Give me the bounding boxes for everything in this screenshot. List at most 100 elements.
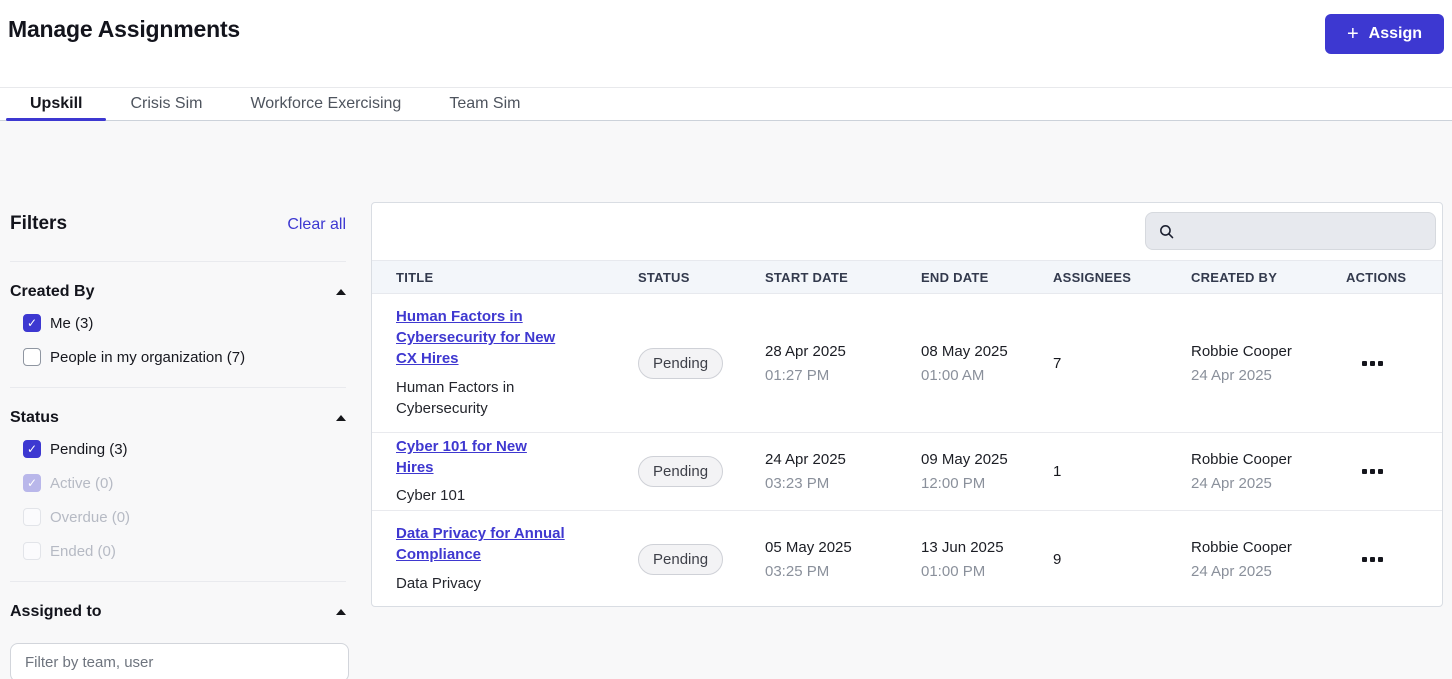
cell-assignees: 1 <box>1029 463 1167 480</box>
caret-up-icon <box>336 289 346 295</box>
start-date: 05 May 2025 <box>765 538 852 556</box>
end-date: 09 May 2025 <box>921 451 1008 468</box>
checkbox-checked[interactable]: ✓ <box>23 314 41 332</box>
filter-option-me[interactable]: ✓ Me (3) <box>23 314 346 332</box>
assigned-to-filter-input[interactable] <box>10 643 349 679</box>
cell-end-date: 09 May 2025 12:00 PM <box>897 451 1029 492</box>
checkbox-unchecked-disabled <box>23 508 41 526</box>
cell-title: Cyber 101 for New Hires Cyber 101 <box>372 437 614 506</box>
start-date: 28 Apr 2025 <box>765 342 846 360</box>
column-header-start-date[interactable]: START DATE <box>741 270 897 285</box>
cell-created-by: Robbie Cooper 24 Apr 2025 <box>1167 343 1322 384</box>
assignment-title-link[interactable]: Human Factors in Cybersecurity for New C… <box>396 307 568 369</box>
table-row: Cyber 101 for New Hires Cyber 101 Pendin… <box>372 433 1442 511</box>
assignment-subtitle: Human Factors in Cybersecurity <box>396 378 515 417</box>
column-header-assignees[interactable]: ASSIGNEES <box>1029 270 1167 285</box>
filters-title: Filters <box>10 213 68 234</box>
tab-label: Workforce Exercising <box>250 95 402 112</box>
column-header-title[interactable]: TITLE <box>372 270 614 285</box>
status-badge: Pending <box>638 543 724 575</box>
filters-sidebar: Filters Clear all Created By ✓ Me (3) Pe… <box>0 121 371 679</box>
actions-menu-button[interactable] <box>1360 551 1385 568</box>
column-header-end-date[interactable]: END DATE <box>897 270 1029 285</box>
filter-option-label: Me (3) <box>50 314 94 332</box>
filter-option-label: Overdue (0) <box>50 508 131 526</box>
cell-start-date: 24 Apr 2025 03:23 PM <box>741 451 897 492</box>
end-date: 08 May 2025 <box>921 342 1008 360</box>
ellipsis-icon <box>1362 360 1367 366</box>
page-header: Manage Assignments + Assign <box>0 0 1452 87</box>
actions-menu-button[interactable] <box>1360 463 1385 480</box>
filter-section-assigned-to-header[interactable]: Assigned to <box>10 603 346 621</box>
cell-assignees: 9 <box>1029 551 1167 568</box>
filter-option-ended: Ended (0) <box>23 542 346 560</box>
filter-section-assigned-to: Assigned to <box>10 581 349 679</box>
checkbox-unchecked[interactable] <box>23 348 41 366</box>
cell-actions <box>1322 355 1442 372</box>
cell-status: Pending <box>614 456 741 487</box>
filter-section-created-by-header[interactable]: Created By <box>10 283 346 301</box>
cell-assignees: 7 <box>1029 355 1167 372</box>
filter-option-label: People in my organization (7) <box>50 348 246 366</box>
cell-created-by: Robbie Cooper 24 Apr 2025 <box>1167 539 1322 580</box>
table-row: Human Factors in Cybersecurity for New C… <box>372 294 1442 433</box>
cell-status: Pending <box>614 543 741 575</box>
filter-option-label: Pending (3) <box>50 440 128 458</box>
caret-up-icon <box>336 609 346 615</box>
cell-actions <box>1322 551 1442 568</box>
filter-option-active: ✓ Active (0) <box>23 474 346 492</box>
filter-option-label: Active (0) <box>50 474 114 492</box>
content-area: Filters Clear all Created By ✓ Me (3) Pe… <box>0 121 1452 679</box>
creator-name: Robbie Cooper <box>1191 342 1292 360</box>
end-time: 01:00 PM <box>921 562 986 580</box>
page-title: Manage Assignments <box>8 16 240 42</box>
checkbox-unchecked-disabled <box>23 542 41 560</box>
ellipsis-icon <box>1362 556 1367 562</box>
column-header-status[interactable]: STATUS <box>614 270 741 285</box>
cell-created-by: Robbie Cooper 24 Apr 2025 <box>1167 451 1322 492</box>
assign-button-label: Assign <box>1368 25 1422 42</box>
column-header-created-by[interactable]: CREATED BY <box>1167 270 1322 285</box>
table-search-box[interactable] <box>1145 212 1436 250</box>
tab-label: Upskill <box>30 95 83 112</box>
assignees-count: 7 <box>1053 354 1062 372</box>
tab-crisis-sim[interactable]: Crisis Sim <box>106 88 226 120</box>
assignment-subtitle: Cyber 101 <box>396 487 466 505</box>
filter-option-label: Ended (0) <box>50 542 116 560</box>
creator-name: Robbie Cooper <box>1191 538 1292 556</box>
created-date: 24 Apr 2025 <box>1191 366 1272 384</box>
cell-start-date: 05 May 2025 03:25 PM <box>741 539 897 580</box>
actions-menu-button[interactable] <box>1360 355 1385 372</box>
filter-section-title: Created By <box>10 283 95 300</box>
cell-title: Data Privacy for Annual Compliance Data … <box>372 524 614 593</box>
plus-icon: + <box>1346 23 1359 45</box>
assignment-title-link[interactable]: Cyber 101 for New Hires <box>396 437 568 478</box>
clear-all-link[interactable]: Clear all <box>287 216 346 234</box>
assign-button[interactable]: + Assign <box>1324 14 1444 54</box>
tab-label: Crisis Sim <box>130 95 203 112</box>
cell-start-date: 28 Apr 2025 01:27 PM <box>741 343 897 384</box>
assignees-count: 9 <box>1053 550 1062 568</box>
tab-workforce-exercising[interactable]: Workforce Exercising <box>226 88 425 120</box>
filter-option-people-in-org[interactable]: People in my organization (7) <box>23 348 346 366</box>
tab-upskill[interactable]: Upskill <box>6 88 107 121</box>
filter-section-status-header[interactable]: Status <box>10 409 346 427</box>
search-input[interactable] <box>1183 222 1423 240</box>
start-time: 03:23 PM <box>765 475 830 492</box>
tab-team-sim[interactable]: Team Sim <box>425 88 544 120</box>
cell-end-date: 08 May 2025 01:00 AM <box>897 343 1029 384</box>
assignment-title-link[interactable]: Data Privacy for Annual Compliance <box>396 524 568 565</box>
assignment-subtitle: Data Privacy <box>396 574 482 592</box>
column-header-actions: ACTIONS <box>1346 269 1407 285</box>
status-badge: Pending <box>638 347 724 379</box>
filter-option-pending[interactable]: ✓ Pending (3) <box>23 440 346 458</box>
start-time: 01:27 PM <box>765 366 830 384</box>
creator-name: Robbie Cooper <box>1191 451 1292 468</box>
checkbox-checked[interactable]: ✓ <box>23 440 41 458</box>
tab-bar: Upskill Crisis Sim Workforce Exercising … <box>0 87 1452 121</box>
table-toolbar <box>372 203 1442 260</box>
end-date: 13 Jun 2025 <box>921 538 1004 556</box>
assignments-table-card: TITLE STATUS START DATE END DATE ASSIGNE… <box>371 202 1443 607</box>
end-time: 01:00 AM <box>921 366 985 384</box>
cell-actions <box>1322 463 1442 480</box>
